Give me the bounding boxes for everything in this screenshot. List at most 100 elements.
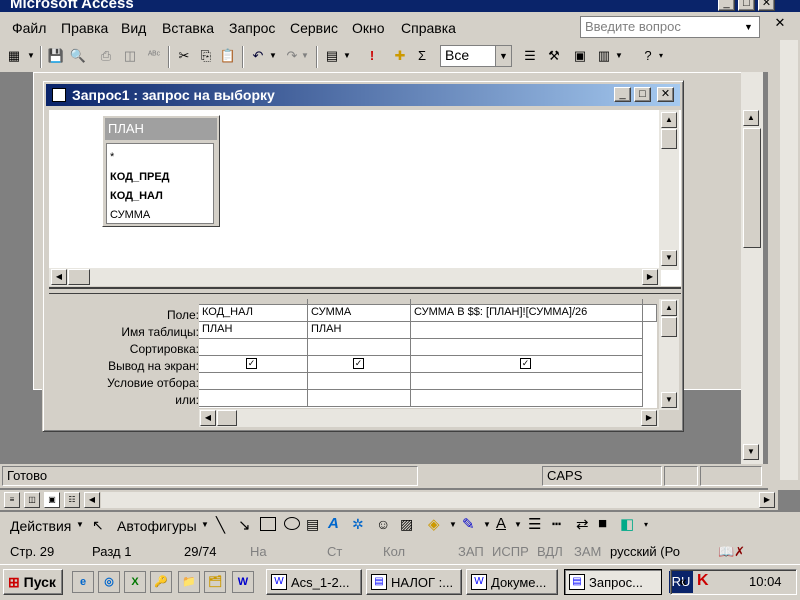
menu-insert[interactable]: Вставка bbox=[162, 20, 214, 36]
spelling-icon[interactable]: ᴬᴮᶜ bbox=[144, 46, 164, 66]
new-object-dropdown-icon[interactable]: ▼ bbox=[614, 46, 624, 66]
menu-query[interactable]: Запрос bbox=[229, 20, 275, 36]
query-minimize-button[interactable]: _ bbox=[614, 87, 631, 102]
tray-expand-icon[interactable]: « bbox=[679, 573, 687, 589]
rectangle-icon[interactable] bbox=[260, 517, 276, 531]
grid-criteria-cell[interactable] bbox=[308, 373, 411, 390]
database-window-icon[interactable]: ▣ bbox=[570, 46, 590, 66]
scroll-right-icon[interactable]: ▶ bbox=[641, 410, 657, 426]
autoshapes-dropdown-icon[interactable]: ▼ bbox=[201, 520, 209, 529]
scroll-right-icon[interactable]: ▶ bbox=[642, 269, 658, 285]
autoshapes-menu[interactable]: Автофигуры bbox=[117, 518, 197, 534]
totals-icon[interactable]: Σ bbox=[412, 46, 432, 66]
query-maximize-button[interactable]: □ bbox=[634, 87, 651, 102]
outline-view-icon[interactable]: ☷ bbox=[64, 492, 80, 508]
scroll-thumb[interactable] bbox=[743, 128, 761, 248]
scroll-up-icon[interactable]: ▲ bbox=[661, 300, 677, 316]
task-query[interactable]: ▤ Запрос... bbox=[564, 569, 662, 595]
close-icon[interactable]: ✕ bbox=[770, 12, 790, 34]
show-checkbox[interactable]: ✓ bbox=[353, 358, 364, 369]
scroll-down-icon[interactable]: ▼ bbox=[661, 392, 677, 408]
preview-icon[interactable]: ◫ bbox=[120, 46, 140, 66]
word-vertical-scrollbar[interactable] bbox=[780, 40, 798, 480]
grid-vertical-scrollbar[interactable]: ▲ ▼ bbox=[659, 299, 679, 410]
ask-question-input[interactable]: Введите вопрос bbox=[580, 16, 760, 38]
table-pane-horizontal-scrollbar[interactable]: ◀ ▶ bbox=[49, 268, 661, 286]
scroll-left-icon[interactable]: ◀ bbox=[84, 492, 100, 508]
build-icon[interactable]: ⚒ bbox=[544, 46, 564, 66]
query-close-button[interactable]: ✕ bbox=[657, 87, 674, 102]
oval-icon[interactable] bbox=[284, 517, 300, 530]
field-item[interactable]: КОД_ПРЕД bbox=[110, 171, 170, 183]
show-checkbox[interactable]: ✓ bbox=[520, 358, 531, 369]
field-item[interactable]: КОД_НАЛ bbox=[110, 190, 163, 202]
access-icon[interactable]: 🔑 bbox=[150, 571, 172, 593]
search-icon[interactable]: 🔍 bbox=[68, 46, 88, 66]
top-values-combo[interactable]: Все ▼ bbox=[440, 45, 512, 67]
word-horizontal-scrollbar[interactable] bbox=[101, 492, 759, 508]
line-color-icon[interactable]: ✎ bbox=[462, 515, 475, 533]
scroll-down-icon[interactable]: ▼ bbox=[743, 444, 759, 460]
fill-color-dropdown-icon[interactable]: ▼ bbox=[449, 520, 457, 529]
picture-icon[interactable]: ▨ bbox=[400, 516, 413, 533]
arrow-style-icon[interactable]: ⇄ bbox=[576, 515, 589, 533]
textbox-icon[interactable]: ▤ bbox=[306, 516, 319, 533]
ask-dropdown-icon[interactable]: ▼ bbox=[744, 17, 758, 37]
grid-sort-cell[interactable] bbox=[308, 339, 411, 356]
properties-icon[interactable]: ☰ bbox=[520, 46, 540, 66]
web-view-icon[interactable]: ◫ bbox=[24, 492, 40, 508]
query-title-bar[interactable]: Запрос1 : запрос на выборку _ □ ✕ bbox=[46, 84, 680, 106]
grid-sort-cell[interactable] bbox=[199, 339, 308, 356]
grid-horizontal-scrollbar[interactable]: ◀ ▶ bbox=[199, 409, 659, 427]
explorer-icon[interactable]: 🗂 bbox=[204, 571, 226, 593]
menu-view[interactable]: Вид bbox=[121, 20, 146, 36]
save-icon[interactable]: 💾 bbox=[46, 46, 66, 66]
toolbar-options-icon[interactable]: ▾ bbox=[656, 46, 666, 66]
undo-icon[interactable]: ↶ bbox=[248, 46, 268, 66]
redo-icon[interactable]: ↷ bbox=[282, 46, 302, 66]
wordart-icon[interactable]: A bbox=[328, 515, 339, 532]
menu-file[interactable]: Файл bbox=[12, 20, 46, 36]
actions-menu[interactable]: Действия bbox=[10, 518, 71, 534]
grid-table-cell[interactable] bbox=[411, 322, 643, 339]
antivirus-icon[interactable]: K bbox=[697, 572, 709, 590]
table-name[interactable]: ПЛАН bbox=[105, 118, 217, 140]
cut-icon[interactable]: ✂ bbox=[174, 46, 194, 66]
redo-dropdown-icon[interactable]: ▼ bbox=[300, 46, 310, 66]
copy-icon[interactable]: ⎘ bbox=[196, 46, 216, 66]
query-type-icon[interactable]: ▤ bbox=[322, 46, 342, 66]
grid-or-cell[interactable] bbox=[199, 390, 308, 407]
table-pane-vertical-scrollbar[interactable]: ▲ ▼ bbox=[659, 110, 679, 270]
trk-indicator[interactable]: ИСПР bbox=[492, 544, 529, 559]
folder-icon[interactable]: 📁 bbox=[178, 571, 200, 593]
actions-dropdown-icon[interactable]: ▼ bbox=[76, 520, 84, 529]
scroll-left-icon[interactable]: ◀ bbox=[51, 269, 67, 285]
word-icon[interactable]: W bbox=[232, 571, 254, 593]
menu-edit[interactable]: Правка bbox=[61, 20, 108, 36]
language-indicator[interactable]: русский (Ро bbox=[610, 544, 680, 559]
maximize-button[interactable]: □ bbox=[738, 0, 755, 11]
grid-criteria-cell[interactable] bbox=[199, 373, 308, 390]
menu-help[interactable]: Справка bbox=[401, 20, 456, 36]
scroll-up-icon[interactable]: ▲ bbox=[661, 112, 677, 128]
grid-or-cell[interactable] bbox=[308, 390, 411, 407]
view-dropdown-icon[interactable]: ▼ bbox=[26, 46, 36, 66]
menu-window[interactable]: Окно bbox=[352, 20, 385, 36]
close-button[interactable]: ✕ bbox=[758, 0, 775, 11]
start-button[interactable]: ⊞ Пуск bbox=[3, 569, 63, 595]
line-style-icon[interactable]: ☰ bbox=[528, 515, 541, 533]
font-color-icon[interactable]: A bbox=[496, 515, 506, 532]
diagram-icon[interactable]: ✲ bbox=[352, 516, 364, 533]
ovr-indicator[interactable]: ЗАМ bbox=[574, 544, 601, 559]
clipart-icon[interactable]: ☺ bbox=[376, 516, 390, 532]
ext-indicator[interactable]: ВДЛ bbox=[537, 544, 563, 559]
scroll-right-icon[interactable]: ▶ bbox=[759, 492, 775, 508]
grid-field-cell[interactable]: СУММА bbox=[308, 305, 411, 322]
undo-dropdown-icon[interactable]: ▼ bbox=[268, 46, 278, 66]
spelling-status-icon[interactable]: 📖✗ bbox=[718, 544, 745, 560]
field-item[interactable]: * bbox=[110, 151, 114, 163]
grid-table-cell[interactable]: ПЛАН bbox=[308, 322, 411, 339]
rec-indicator[interactable]: ЗАП bbox=[458, 544, 484, 559]
show-checkbox[interactable]: ✓ bbox=[246, 358, 257, 369]
table-field-list[interactable]: ПЛАН * КОД_ПРЕД КОД_НАЛ СУММА bbox=[102, 115, 220, 227]
